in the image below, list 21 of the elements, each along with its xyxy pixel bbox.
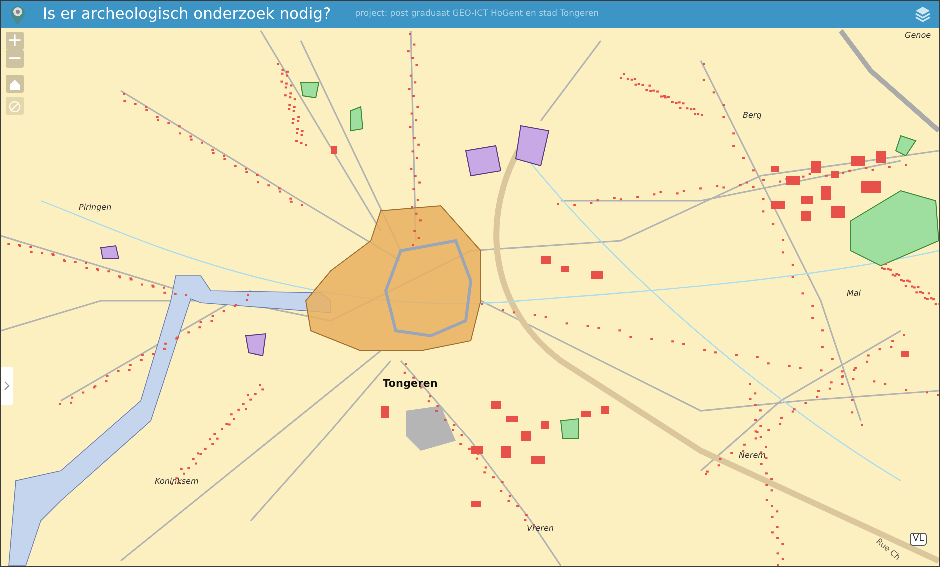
zoom-out-button[interactable]: − bbox=[6, 50, 24, 68]
street-label: Rue Ch bbox=[874, 538, 902, 562]
chevron-icon bbox=[4, 381, 10, 391]
crossed-circle-icon bbox=[8, 98, 22, 114]
place-label: Nerem bbox=[739, 452, 766, 460]
place-label: Berg bbox=[743, 112, 762, 120]
layers-icon[interactable] bbox=[915, 6, 931, 23]
place-label: Mal bbox=[847, 290, 862, 298]
road-shield: VL bbox=[910, 533, 928, 546]
place-label: Piringen bbox=[79, 204, 112, 212]
place-label: Koninksem bbox=[155, 478, 199, 486]
app-title: Is er archeologisch onderzoek nodig? bbox=[43, 4, 332, 25]
place-label: Vreren bbox=[527, 525, 554, 533]
app-subtitle: project: post graduaat GEO-ICT HoGent en stad Tongeren bbox=[355, 8, 600, 21]
place-label: Genoe bbox=[905, 32, 932, 40]
expand-panel-button[interactable] bbox=[1, 367, 13, 405]
zoom-in-button[interactable]: + bbox=[6, 32, 24, 50]
place-label: Tongeren bbox=[383, 379, 438, 390]
home-button[interactable] bbox=[6, 75, 24, 93]
logo-icon bbox=[9, 4, 27, 26]
map-drawing[interactable] bbox=[1, 28, 939, 566]
